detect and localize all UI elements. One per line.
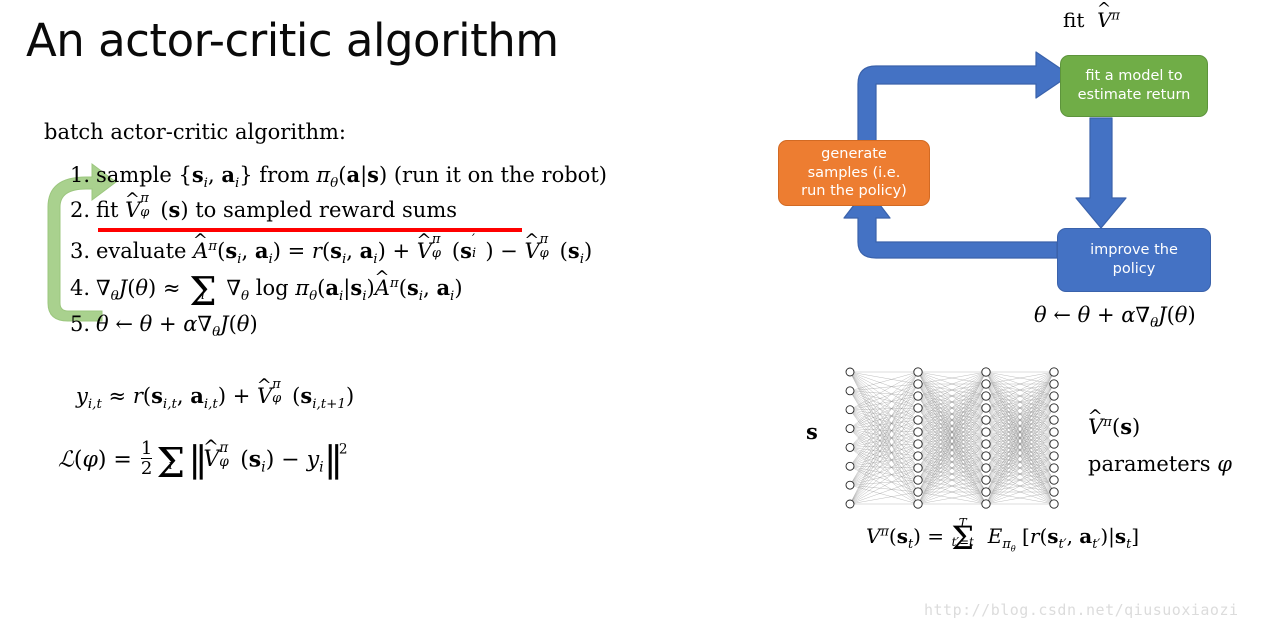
algorithm-heading: batch actor-critic algorithm: [44, 120, 346, 144]
step-2-red-underline [98, 228, 522, 232]
algorithm-step-4: 4. ∇θJ(θ) ≈ Σi ∇θ log πθ(ai|si) ^ Aπ(si, ai… [70, 266, 463, 316]
neural-network-diagram [845, 367, 1059, 509]
flow-box-orange-label: generate samples (i.e. run the policy) [801, 145, 907, 201]
nn-output-label: ^ Vπ(s) [1087, 405, 1141, 439]
orange-label-line-3: run the policy) [801, 183, 907, 200]
green-label-line-2: estimate return [1077, 87, 1191, 103]
algorithm-step-3: 3. evaluate ^ Aπ(si, ai) = r(si, ai) + ^ Vπ… [70, 229, 593, 268]
green-label-line-1: fit a model to [1085, 68, 1183, 85]
algorithm-step-5: 5. θ ← θ + α∇θJ(θ) [70, 312, 258, 341]
algorithm-step-2: 2. fit ^ Vπ φ (s) to sampled reward sums [70, 188, 458, 222]
equation-target-value: yi,t ≈ r(si,t, ai,t) + ^ Vπ φ (si,t+1) [76, 374, 355, 413]
nn-parameters-label: parameters φ [1088, 452, 1232, 476]
equation-value-function: Vπ(st) = Σ Tt′=t Eπθ [r(st′, at′)|st] [866, 516, 1140, 558]
flow-box-improve-policy[interactable]: improve the policy [1057, 228, 1211, 292]
nn-input-label: s [806, 419, 818, 444]
equation-loss-function: ℒ(φ) = 1 2 Σi ∥ ^ Vπ φ (si) − yi∥2 [58, 437, 348, 487]
flow-box-blue-label: improve the policy [1090, 241, 1178, 278]
blue-label-line-1: improve the [1090, 242, 1178, 259]
blue-label-line-2: policy [1112, 261, 1156, 277]
orange-label-line-1: generate [821, 146, 887, 163]
flow-box-generate-samples[interactable]: generate samples (i.e. run the policy) [778, 140, 930, 206]
algorithm-step-1: 1. sample {si, ai} from πθ(a|s) (run it o… [70, 162, 607, 192]
equation-theta-update: θ ← θ + α∇θJ(θ) [1034, 303, 1196, 332]
flow-box-green-label: fit a model to estimate return [1078, 67, 1191, 104]
flow-diagram-caption: fit ^ Vπ [1063, 0, 1120, 32]
flow-box-fit-model[interactable]: fit a model to estimate return [1060, 55, 1208, 117]
watermark-url: http://blog.csdn.net/qiusuoxiaozi [924, 601, 1239, 619]
page-title: An actor-critic algorithm [26, 14, 559, 67]
slide-canvas: An actor-critic algorithm batch actor-cr… [0, 0, 1264, 629]
orange-label-line-2: samples (i.e. [807, 164, 901, 181]
